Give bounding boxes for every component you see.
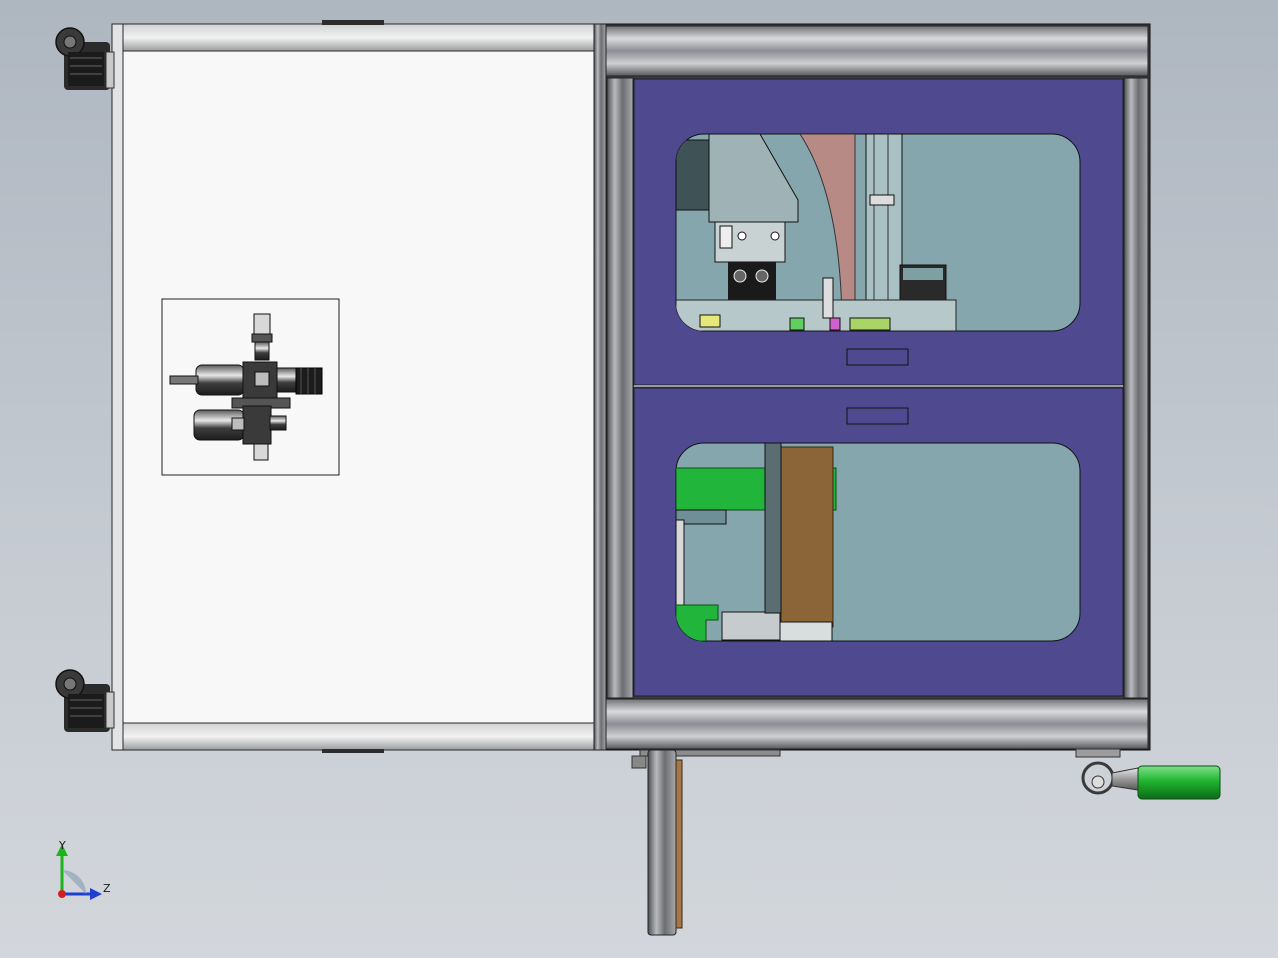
cabinet-inner-left-post [606, 77, 634, 699]
upper-door-handle [846, 348, 909, 366]
left-panel-left-edge [111, 23, 124, 751]
axis-origin [58, 890, 66, 898]
bottom-hinge-tab [322, 749, 384, 753]
left-panel-top-rail [121, 23, 595, 52]
axis-triad: Y Z [56, 839, 111, 900]
caster-bottom-icon [55, 669, 115, 732]
lower-support-arm [631, 749, 781, 936]
axis-y-label: Y [58, 839, 66, 852]
cabinet-bottom-profile [605, 698, 1149, 750]
air-filter-regulator-unit [161, 298, 340, 476]
cad-viewport[interactable]: Y Z [0, 0, 1278, 958]
lower-door-handle [846, 407, 909, 425]
top-hinge-tab [322, 20, 384, 25]
left-panel-bottom-rail [121, 722, 595, 751]
caster-top-icon [55, 27, 115, 90]
upper-window [675, 133, 1081, 332]
cabinet-top-profile [605, 25, 1149, 77]
cabinet-left-post [593, 23, 607, 751]
cabinet-inner-right-post [1123, 77, 1149, 699]
lower-window [675, 442, 1081, 642]
lever-handle [1075, 748, 1221, 800]
axis-z-label: Z [103, 882, 111, 895]
